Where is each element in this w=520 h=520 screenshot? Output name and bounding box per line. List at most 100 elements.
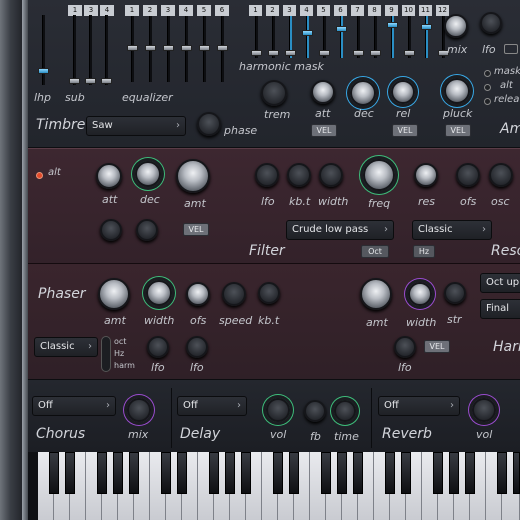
black-key[interactable] <box>449 452 459 494</box>
harmonic-fader-6[interactable] <box>340 16 343 58</box>
eq-fader-handle-5[interactable] <box>199 45 210 51</box>
black-key[interactable] <box>129 452 139 494</box>
timbre-select[interactable]: Saw <box>86 116 186 136</box>
black-key[interactable] <box>97 452 107 494</box>
rel-knob[interactable] <box>391 80 415 104</box>
filter-freq-knob[interactable] <box>363 159 395 191</box>
phaser-lfo-knob-2[interactable] <box>186 336 208 358</box>
pluck-vel-button[interactable]: VEL <box>445 124 471 137</box>
phaser-kbt-knob[interactable] <box>258 282 280 304</box>
black-key[interactable] <box>209 452 219 494</box>
harm-lfo-knob[interactable] <box>394 336 416 358</box>
sub-fader-track-1[interactable] <box>73 15 76 85</box>
black-key[interactable] <box>497 452 507 494</box>
alt-toggle[interactable] <box>36 172 43 179</box>
harm-vel-button[interactable]: VEL <box>424 340 450 353</box>
black-key[interactable] <box>321 452 331 494</box>
alt-radio[interactable] <box>484 84 491 91</box>
harmonic-fader-handle[interactable] <box>387 22 398 28</box>
filter-shape-knob-1[interactable] <box>100 219 122 241</box>
filter-res-knob[interactable] <box>414 163 438 187</box>
harmonic-fader-handle[interactable] <box>319 50 330 56</box>
harmonic-fader-handle[interactable] <box>353 50 364 56</box>
phaser-amt-knob[interactable] <box>98 278 130 310</box>
delay-vol-knob[interactable] <box>266 398 290 422</box>
phaser-width-knob[interactable] <box>146 280 172 306</box>
phaser-speed-knob[interactable] <box>222 282 246 306</box>
hz-toggle[interactable]: Hz <box>413 245 435 258</box>
black-key[interactable] <box>337 452 347 494</box>
filter-kbt-knob[interactable] <box>287 163 311 187</box>
delay-fb-knob[interactable] <box>304 400 326 422</box>
black-key[interactable] <box>177 452 187 494</box>
lfo-knob[interactable] <box>480 12 502 34</box>
phaser-lfo-knob-1[interactable] <box>147 336 169 358</box>
att-knob[interactable] <box>311 80 335 104</box>
filter-mode-select[interactable]: Classic <box>412 220 492 240</box>
black-key[interactable] <box>273 452 283 494</box>
black-key[interactable] <box>513 452 520 494</box>
phaser-mode-switch[interactable] <box>101 336 111 372</box>
eq-fader-handle-4[interactable] <box>181 45 192 51</box>
phase-knob[interactable] <box>197 112 221 136</box>
harm-stage-select[interactable]: Final <box>480 299 520 319</box>
filter-vel-button[interactable]: VEL <box>183 223 209 236</box>
filter-lfo-knob[interactable] <box>255 163 279 187</box>
black-key[interactable] <box>65 452 75 494</box>
sub-fader-track-2[interactable] <box>89 15 92 85</box>
black-key[interactable] <box>161 452 171 494</box>
filter-width-knob[interactable] <box>319 163 343 187</box>
lhp-fader-track[interactable] <box>42 15 45 85</box>
chorus-select[interactable]: Off <box>32 396 116 416</box>
dec-knob[interactable] <box>350 80 376 106</box>
filter-att-knob[interactable] <box>96 163 122 189</box>
filter-amt-knob[interactable] <box>176 159 210 193</box>
harm-width-knob[interactable] <box>408 282 432 306</box>
mix-knob[interactable] <box>444 14 468 38</box>
phaser-mode-select[interactable]: Classic <box>34 337 98 357</box>
black-key[interactable] <box>433 452 443 494</box>
black-key[interactable] <box>225 452 235 494</box>
harmonic-fader-handle[interactable] <box>370 50 381 56</box>
sub-fader-handle-3[interactable] <box>101 78 112 84</box>
harmonic-fader-handle[interactable] <box>285 50 296 56</box>
reverb-vol-knob[interactable] <box>472 398 496 422</box>
black-key[interactable] <box>49 452 59 494</box>
harmonic-fader-handle[interactable] <box>302 30 313 36</box>
black-key[interactable] <box>113 452 123 494</box>
delay-select[interactable]: Off <box>177 396 247 416</box>
rel-vel-button[interactable]: VEL <box>392 124 418 137</box>
pluck-knob[interactable] <box>444 78 470 104</box>
filter-dec-knob[interactable] <box>135 161 161 187</box>
sub-fader-handle-2[interactable] <box>85 78 96 84</box>
sub-fader-track-3[interactable] <box>105 15 108 85</box>
eq-fader-handle-3[interactable] <box>163 45 174 51</box>
harm-str-knob[interactable] <box>444 282 466 304</box>
harmonic-fader-handle[interactable] <box>421 24 432 30</box>
mask-radio[interactable] <box>484 70 491 77</box>
att-vel-button[interactable]: VEL <box>311 124 337 137</box>
black-key[interactable] <box>289 452 299 494</box>
release-radio[interactable] <box>484 98 491 105</box>
filter-type-select[interactable]: Crude low pass <box>286 220 394 240</box>
chorus-mix-knob[interactable] <box>127 398 151 422</box>
black-key[interactable] <box>465 452 475 494</box>
black-key[interactable] <box>241 452 251 494</box>
harmonic-fader-11[interactable] <box>425 16 428 58</box>
harmonic-fader-handle[interactable] <box>404 50 415 56</box>
black-key[interactable] <box>385 452 395 494</box>
piano-keyboard[interactable] <box>28 452 520 520</box>
sub-fader-handle-1[interactable] <box>69 78 80 84</box>
delay-time-knob[interactable] <box>334 400 356 422</box>
eq-fader-handle-2[interactable] <box>145 45 156 51</box>
harmonic-fader-handle[interactable] <box>251 50 262 56</box>
filter-osc-knob[interactable] <box>489 163 513 187</box>
harmonic-fader-4[interactable] <box>306 16 309 58</box>
trem-knob[interactable] <box>261 80 287 106</box>
phaser-ofs-knob[interactable] <box>186 282 210 306</box>
harm-interval-select[interactable]: Oct up <box>480 273 520 293</box>
filter-ofs-knob[interactable] <box>456 163 480 187</box>
harm-amt-knob[interactable] <box>360 278 392 310</box>
reverb-select[interactable]: Off <box>378 396 460 416</box>
filter-shape-knob-2[interactable] <box>136 219 158 241</box>
